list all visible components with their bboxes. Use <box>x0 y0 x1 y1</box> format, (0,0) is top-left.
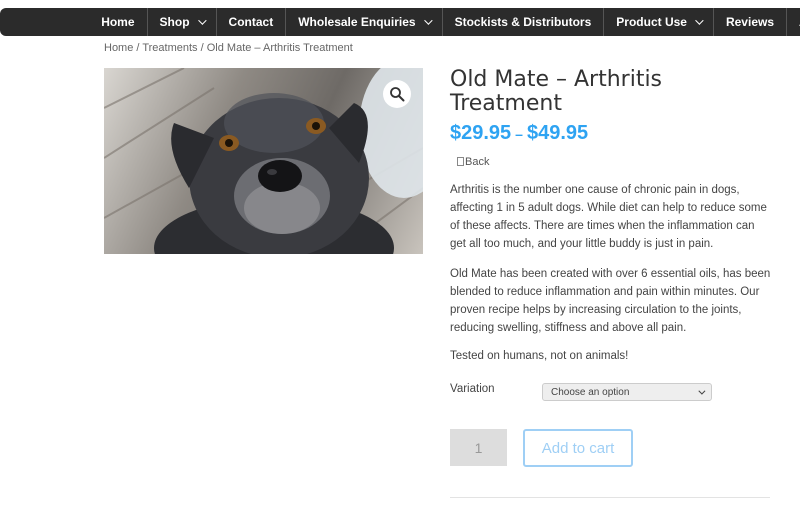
nav-item-label: Home <box>101 15 135 29</box>
nav-item-label: Contact <box>228 15 274 29</box>
chevron-down-icon <box>695 16 704 25</box>
variation-label: Variation <box>450 383 495 395</box>
nav-item-product-use[interactable]: Product Use <box>603 8 713 36</box>
price-low: $29.95 <box>450 122 512 144</box>
description-paragraph: Tested on humans, not on animals! <box>450 350 629 362</box>
breadcrumb-home[interactable]: Home <box>104 42 133 54</box>
description-paragraph: Arthritis is the number one cause of chr… <box>450 184 767 250</box>
nav-item-label: Reviews <box>725 15 774 29</box>
price-separator: – <box>515 126 523 142</box>
variation-selected-value: Choose an option <box>551 386 630 398</box>
breadcrumb-category[interactable]: Treatments <box>142 42 197 54</box>
add-to-cart-button[interactable]: Add to cart <box>523 429 633 467</box>
nav-item-contact[interactable]: Contact <box>215 8 286 36</box>
main-nav: Home Shop Contact Wholesale Enquiries St… <box>0 8 800 36</box>
variation-select[interactable]: Choose an option <box>542 383 712 401</box>
nav-item-label: Stockists & Distributors <box>454 15 592 29</box>
product-price: $29.95– $49.95 <box>450 122 588 145</box>
nav-item-label: Wholesale Enquiries <box>298 15 416 29</box>
breadcrumb-separator: / <box>197 42 207 54</box>
nav-item-shop[interactable]: Shop <box>146 8 216 36</box>
chevron-down-icon <box>197 16 207 25</box>
breadcrumb-current: Old Mate – Arthritis Treatment <box>206 42 353 54</box>
magnifier-icon <box>390 87 405 102</box>
nav-item-home[interactable]: Home <box>89 8 146 36</box>
dog-photo <box>104 68 423 254</box>
price-high: $49.95 <box>526 122 589 144</box>
nav-item-wholesale-enquiries[interactable]: Wholesale Enquiries <box>285 8 441 36</box>
chevron-down-icon <box>698 387 706 395</box>
quantity-input[interactable]: 1 <box>450 429 507 466</box>
product-image[interactable] <box>104 68 423 254</box>
divider <box>450 497 770 498</box>
description-paragraph: Old Mate has been created with over 6 es… <box>450 268 771 334</box>
zoom-button[interactable] <box>383 80 411 108</box>
nav-item-reviews[interactable]: Reviews <box>712 8 786 36</box>
nav-item-stockists[interactable]: Stockists & Distributors <box>441 8 604 36</box>
back-icon <box>457 157 464 166</box>
nav-item-label: Shop <box>159 15 190 29</box>
nav-item-label: Product Use <box>616 15 687 29</box>
back-label: Back <box>465 156 490 168</box>
chevron-down-icon <box>423 16 433 25</box>
top-bar: Home Shop Contact Wholesale Enquiries St… <box>0 0 800 36</box>
breadcrumb-separator: / <box>133 42 143 54</box>
nav-item-overflow[interactable]: A <box>786 8 800 36</box>
breadcrumb: Home / Treatments / Old Mate – Arthritis… <box>104 42 353 54</box>
product-title: Old Mate – Arthritis Treatment <box>450 67 663 116</box>
back-link[interactable]: Back <box>457 156 489 168</box>
